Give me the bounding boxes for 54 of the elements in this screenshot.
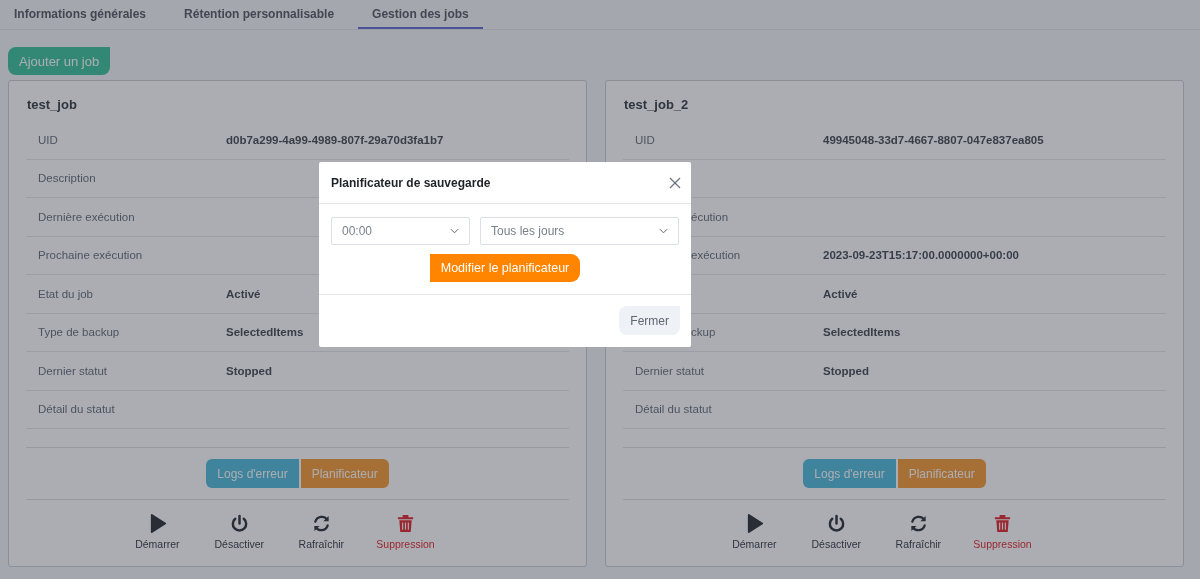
tab[interactable]: Gestion des jobs	[358, 0, 483, 29]
tab[interactable]: Informations générales	[0, 0, 161, 29]
field-value: SelectedItems	[823, 326, 902, 339]
action-label[interactable]: Rafraîchir	[895, 538, 942, 550]
error-logs-button[interactable]: Logs d'erreur	[803, 459, 896, 488]
refresh-icon[interactable]	[311, 514, 331, 533]
close-icon[interactable]	[669, 176, 681, 189]
action-label[interactable]: Suppression	[376, 538, 435, 550]
tab[interactable]: Rétention personnalisable	[170, 0, 349, 29]
field-label: Description	[37, 172, 97, 185]
scheduler-button[interactable]: Planificateur	[897, 459, 986, 488]
job-title: test_job_2	[623, 97, 690, 113]
close-button[interactable]: Fermer	[619, 306, 680, 335]
field-value: Activé	[226, 287, 262, 300]
select-field[interactable]: Tous les jours	[480, 217, 679, 245]
refresh-icon[interactable]	[908, 514, 928, 533]
select-field[interactable]: 00:00	[331, 217, 470, 245]
field-label: Dernier statut	[37, 364, 109, 377]
field-value: 49945048-33d7-4667-8807-047e837ea805	[823, 133, 1045, 146]
field-label: Dernière exécution	[37, 210, 136, 223]
field-label: ckup	[690, 326, 717, 339]
field-label: Dernier statut	[634, 364, 706, 377]
field-value: 2023-09-23T15:17:00.0000000+00:00	[823, 249, 1020, 262]
field-value: Stopped	[823, 364, 870, 377]
field-value: Stopped	[226, 364, 273, 377]
error-logs-button[interactable]: Logs d'erreur	[206, 459, 299, 488]
field-label: UID	[634, 133, 656, 146]
field-value: SelectedItems	[226, 326, 305, 339]
field-label: Prochaine exécution	[37, 249, 144, 262]
action-label[interactable]: Démarrer	[732, 538, 777, 550]
trash-icon[interactable]	[993, 514, 1012, 533]
field-label: UID	[37, 133, 59, 146]
action-label[interactable]: Désactiver	[811, 538, 862, 550]
action-label[interactable]: Rafraîchir	[298, 538, 345, 550]
action-label[interactable]: Suppression	[973, 538, 1032, 550]
action-label[interactable]: Désactiver	[214, 538, 265, 550]
field-label: exécution	[690, 249, 742, 262]
field-label: écution	[690, 210, 730, 223]
chevron-down-icon	[450, 228, 459, 234]
field-label: Détail du statut	[37, 403, 116, 416]
field-label: Type de backup	[37, 326, 121, 339]
field-value: Activé	[823, 287, 859, 300]
field-label: Etat du job	[37, 287, 94, 300]
update-scheduler-button[interactable]: Modifier le planificateur	[429, 254, 581, 282]
power-icon[interactable]	[229, 514, 249, 533]
field-label: Détail du statut	[634, 403, 713, 416]
dialog-title: Planificateur de sauvegarde	[331, 175, 491, 190]
power-icon[interactable]	[826, 514, 846, 533]
scheduler-button[interactable]: Planificateur	[300, 459, 389, 488]
trash-icon[interactable]	[396, 514, 415, 533]
action-label[interactable]: Démarrer	[135, 538, 180, 550]
field-value: d0b7a299-4a99-4989-807f-29a70d3fa1b7	[226, 133, 445, 146]
job-title: test_job	[26, 97, 78, 113]
chevron-down-icon	[659, 228, 668, 234]
